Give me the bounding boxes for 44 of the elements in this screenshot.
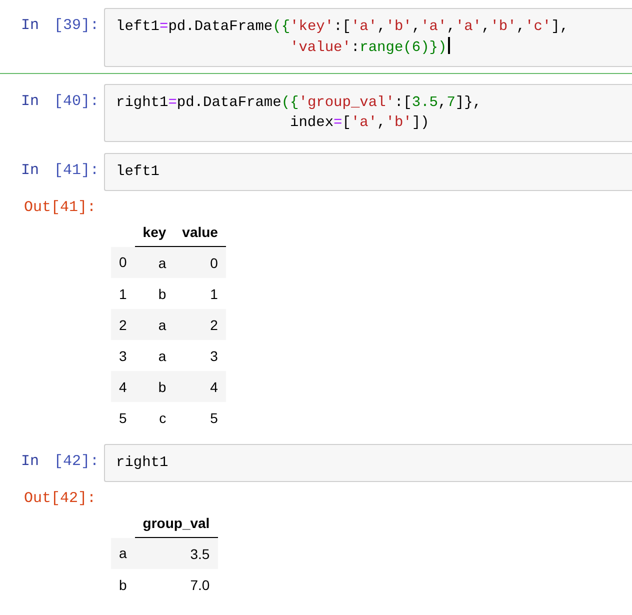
input-prompt-label: In (20, 93, 39, 110)
selected-cell[interactable]: In [39]: left1=pd.DataFrame({'key':['a','b','a','a','b','c'], 'value':range(6)}) (0, 8, 632, 74)
row-index: 5 (111, 402, 135, 433)
table-cell: 5 (174, 402, 226, 433)
table-cell: b (134, 278, 174, 309)
code-line: right1 (116, 454, 170, 473)
input-prompt-label: In (20, 17, 39, 34)
table-cell: 3.5 (134, 538, 218, 569)
code-input[interactable]: left1=pd.DataFrame({'key':['a','b','a','a','b','c'], 'value':range(6)}) (104, 8, 632, 67)
code-line: 'value':range(6)}) (116, 37, 632, 58)
table-cell: a (134, 340, 174, 371)
input-prompt-label: In (20, 453, 39, 470)
table-cell: c (134, 402, 174, 433)
table-cell: 4 (174, 371, 226, 402)
row-index: 2 (111, 309, 135, 340)
table-cell: b (134, 371, 174, 402)
code-line: index=['a','b']) (289, 114, 430, 133)
code-input[interactable]: left1 (104, 153, 632, 191)
table-cell: a (134, 246, 174, 278)
table-cell: 3 (174, 340, 226, 371)
row-index: 0 (111, 246, 135, 278)
row-index: a (111, 538, 135, 569)
output-prompt: Out[42]: (24, 490, 96, 507)
execution-count: [41]: (54, 162, 99, 179)
execution-count: [42]: (54, 453, 99, 470)
code-line: left1 (116, 163, 161, 182)
table-cell: 2 (174, 309, 226, 340)
row-index: 1 (111, 278, 135, 309)
text-cursor (448, 37, 450, 54)
execution-count: [40]: (54, 93, 99, 110)
execution-count: [39]: (54, 17, 99, 34)
table-cell: a (134, 309, 174, 340)
table-cell: 0 (174, 246, 226, 278)
code-line: right1=pd.DataFrame({'group_val':[3.5,7]}, (116, 94, 482, 113)
row-index: 4 (111, 371, 135, 402)
code-input[interactable]: right1=pd.DataFrame({'group_val':[3.5,7]}, index=['a','b']) (104, 84, 632, 142)
code-line: left1=pd.DataFrame({'key':['a','b','a','a','b','c'], (116, 18, 570, 37)
input-prompt-label: In (20, 162, 39, 179)
row-index: 3 (111, 340, 135, 371)
table-cell: 7.0 (134, 569, 218, 600)
row-index: b (111, 569, 135, 600)
table-cell: 1 (174, 278, 226, 309)
code-input[interactable]: right1 (104, 444, 632, 482)
output-prompt: Out[41]: (24, 199, 96, 216)
